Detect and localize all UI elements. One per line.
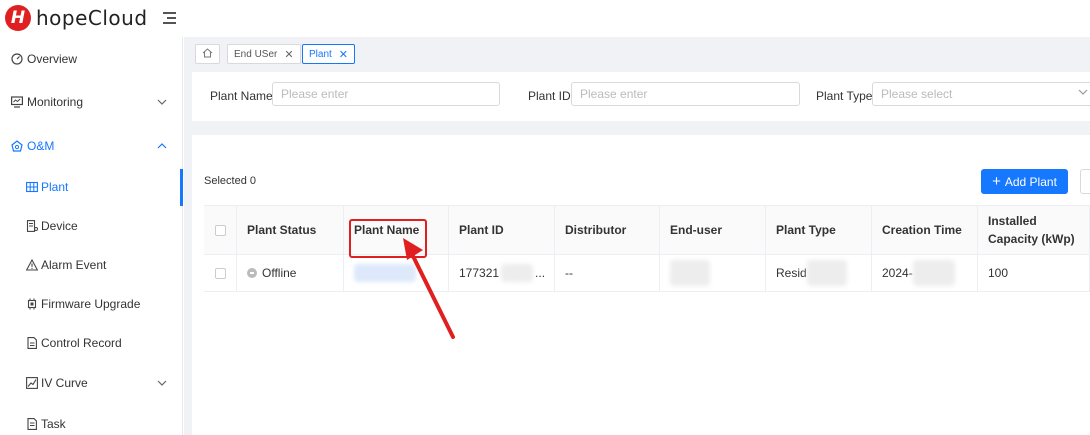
annotation-arrow-icon	[403, 238, 455, 339]
sidebar-item-label: O&M	[27, 139, 55, 153]
status-text: Offline	[262, 266, 297, 280]
plant-type-cell: Resid	[766, 255, 872, 291]
row-checkbox[interactable]	[215, 267, 226, 279]
sidebar: Overview Monitoring O&M Plant Device Ala…	[0, 37, 183, 435]
sidebar-item-iv-curve[interactable]: IV Curve	[0, 368, 183, 398]
end-user-cell	[660, 255, 766, 291]
warning-icon	[25, 258, 39, 271]
maintenance-icon	[11, 140, 23, 152]
plant-id-label: Plant ID	[528, 89, 571, 103]
tab-label: Plant	[309, 48, 332, 60]
plant-id-placeholder: Please enter	[580, 87, 648, 101]
sidebar-item-plant[interactable]: Plant	[0, 172, 183, 202]
tab-end-user[interactable]: End USer ✕	[227, 44, 301, 64]
chevron-down-icon	[157, 378, 167, 389]
offline-status-icon	[247, 268, 257, 278]
chevron-up-icon	[157, 141, 167, 152]
sidebar-item-label: Overview	[27, 52, 78, 66]
plant-name-placeholder: Please enter	[281, 87, 349, 101]
table-row[interactable]: Offline 177321 ... -- Resid 2024- 100	[204, 255, 1090, 292]
distributor-cell: --	[555, 255, 660, 291]
column-header[interactable]: Installed Capacity (kWp)	[978, 206, 1090, 254]
sidebar-item-om[interactable]: O&M	[0, 131, 183, 161]
sidebar-item-label: Alarm Event	[41, 258, 107, 272]
column-header[interactable]: Plant Status	[237, 206, 344, 254]
selected-count: Selected 0	[204, 175, 256, 187]
sidebar-item-label: Control Record	[41, 336, 122, 350]
home-icon	[202, 47, 213, 61]
monitor-icon	[11, 96, 24, 108]
main-area: End USer ✕ Plant ✕ Plant Name Please ent…	[184, 37, 1090, 435]
redacted-mask	[912, 260, 955, 286]
add-plant-button[interactable]: + Add Plant	[981, 169, 1068, 194]
tab-plant[interactable]: Plant ✕	[302, 44, 356, 64]
column-header[interactable]: Plant Type	[766, 206, 872, 254]
content-panel: Plant Name Please enter Plant ID Please …	[192, 72, 1090, 435]
plant-name-input[interactable]: Please enter	[272, 82, 500, 106]
chip-icon	[26, 298, 38, 310]
add-plant-label: Add Plant	[1004, 174, 1057, 189]
column-header[interactable]: Creation Time	[872, 206, 978, 254]
sidebar-item-firmware-upgrade[interactable]: Firmware Upgrade	[0, 289, 183, 319]
close-icon[interactable]: ✕	[339, 48, 348, 61]
sidebar-item-label: Task	[41, 417, 66, 431]
installed-capacity-cell: 100	[978, 255, 1090, 291]
creation-time-cell: 2024-	[872, 255, 978, 291]
task-icon	[26, 418, 38, 430]
tab-home[interactable]	[195, 44, 220, 64]
tab-bar: End USer ✕ Plant ✕	[184, 37, 1090, 69]
plus-icon: +	[992, 173, 1001, 190]
sidebar-item-label: Monitoring	[27, 95, 84, 109]
sidebar-item-control-record[interactable]: Control Record	[0, 328, 183, 358]
sidebar-item-device[interactable]: Device	[0, 211, 183, 241]
select-all-cell	[204, 206, 237, 254]
redacted-mask	[670, 260, 710, 286]
sidebar-item-label: Firmware Upgrade	[41, 297, 141, 311]
sidebar-item-label: IV Curve	[41, 376, 88, 390]
document-icon	[26, 337, 38, 349]
sidebar-item-monitoring[interactable]: Monitoring	[0, 87, 183, 117]
chevron-down-icon	[1078, 87, 1088, 98]
row-select-cell	[204, 255, 237, 291]
plant-type-text: Resid	[776, 266, 807, 280]
curve-icon	[26, 377, 38, 389]
table-header: Plant Status Plant Name Plant ID Distrib…	[204, 205, 1090, 255]
creation-time-text: 2024-	[882, 266, 913, 280]
redacted-mask	[501, 264, 534, 282]
status-cell: Offline	[237, 255, 344, 291]
app-name: hopeCloud	[36, 6, 148, 30]
app-header: H hopeCloud	[0, 0, 1090, 37]
more-button[interactable]	[1080, 169, 1090, 194]
close-icon[interactable]: ✕	[284, 48, 293, 61]
grid-icon	[26, 181, 38, 193]
plant-id-text: 177321	[459, 266, 500, 280]
dashboard-icon	[11, 53, 23, 65]
plant-type-placeholder: Please select	[881, 87, 953, 101]
select-all-checkbox[interactable]	[215, 224, 226, 236]
hopecloud-logo-icon: H	[5, 5, 31, 31]
column-header[interactable]: End-user	[660, 206, 766, 254]
plant-id-input[interactable]: Please enter	[571, 82, 800, 106]
sidebar-item-label: Plant	[41, 180, 69, 194]
chevron-down-icon	[157, 97, 167, 108]
sidebar-item-alarm-event[interactable]: Alarm Event	[0, 250, 183, 280]
menu-collapse-icon[interactable]	[163, 12, 176, 24]
section-divider	[192, 121, 1090, 135]
tab-label: End USer	[234, 48, 278, 60]
redacted-mask	[806, 260, 847, 286]
sidebar-item-task[interactable]: Task	[0, 409, 183, 435]
sidebar-item-label: Device	[41, 219, 78, 233]
plant-name-label: Plant Name	[210, 89, 273, 103]
plant-type-label: Plant Type	[816, 89, 873, 103]
plant-id-suffix: ...	[535, 266, 546, 280]
sidebar-item-overview[interactable]: Overview	[0, 44, 183, 74]
plant-type-select[interactable]: Please select	[872, 82, 1090, 106]
active-indicator	[180, 169, 183, 206]
column-header[interactable]: Distributor	[555, 206, 660, 254]
device-icon	[26, 220, 38, 232]
